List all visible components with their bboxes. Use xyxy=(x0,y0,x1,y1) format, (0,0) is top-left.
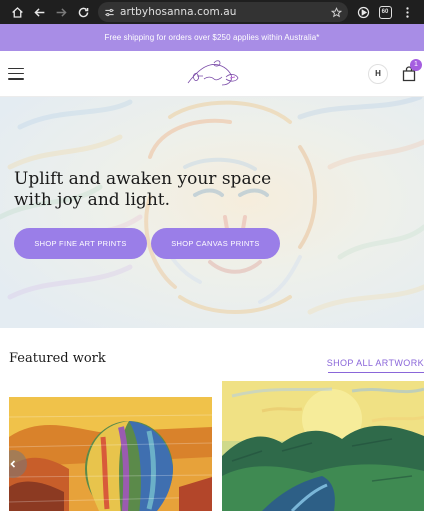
featured-title: Featured work xyxy=(9,351,106,366)
featured-artwork-row xyxy=(0,381,424,511)
artwork-card-balloon[interactable] xyxy=(9,397,212,511)
shop-canvas-prints-button[interactable]: SHOP CANVAS PRINTS xyxy=(151,228,280,259)
bookmark-star-icon[interactable] xyxy=(331,6,342,18)
shop-fine-art-prints-button[interactable]: SHOP FINE ART PRINTS xyxy=(14,228,147,259)
hero-heading: Uplift and awaken your space with joy an… xyxy=(14,169,272,210)
menu-icon[interactable] xyxy=(8,67,24,80)
home-icon[interactable] xyxy=(6,1,28,23)
hot-air-balloon-painting xyxy=(9,397,212,511)
mountain-sun-painting xyxy=(222,381,424,511)
cart-button[interactable]: 1 xyxy=(402,58,422,82)
cart-count-badge: 1 xyxy=(410,58,422,71)
tab-count: 60 xyxy=(378,5,392,19)
browser-toolbar: artbyhosanna.com.au 60 xyxy=(0,0,424,24)
url-text[interactable]: artbyhosanna.com.au xyxy=(120,6,326,18)
media-play-icon[interactable] xyxy=(352,1,374,23)
address-bar[interactable]: artbyhosanna.com.au xyxy=(98,2,348,22)
tab-switcher-button[interactable]: 60 xyxy=(374,1,396,23)
hero-section: Uplift and awaken your space with joy an… xyxy=(0,97,424,328)
site-settings-icon[interactable] xyxy=(104,7,115,18)
back-icon[interactable] xyxy=(28,1,50,23)
promo-text: Free shipping for orders over $250 appli… xyxy=(104,33,320,42)
more-menu-icon[interactable] xyxy=(396,1,418,23)
account-avatar[interactable]: H xyxy=(368,63,388,84)
featured-header: Featured work SHOP ALL ARTWORK xyxy=(0,328,424,381)
promo-banner: Free shipping for orders over $250 appli… xyxy=(0,24,424,51)
forward-icon[interactable] xyxy=(50,1,72,23)
chevron-left-icon xyxy=(10,460,16,468)
lion-painting-background xyxy=(0,97,424,328)
artwork-card-landscape[interactable] xyxy=(222,381,424,511)
reload-icon[interactable] xyxy=(72,1,94,23)
site-logo[interactable] xyxy=(180,57,244,91)
shop-all-underline xyxy=(328,372,424,373)
shop-all-artwork-link[interactable]: SHOP ALL ARTWORK xyxy=(327,358,424,368)
site-header: H 1 xyxy=(0,51,424,97)
